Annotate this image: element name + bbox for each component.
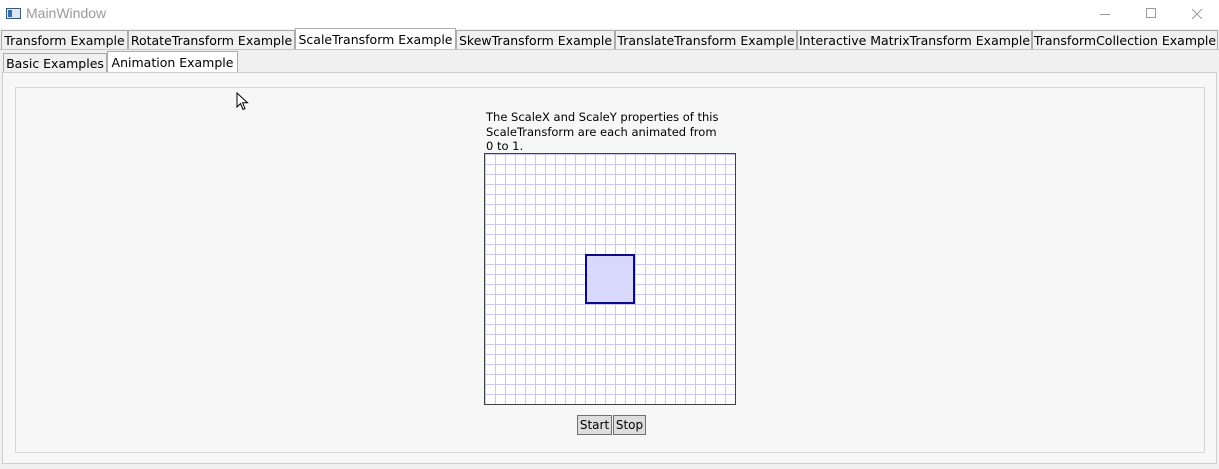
tab-animation-example[interactable]: Animation Example [107, 51, 238, 73]
minimize-icon [1100, 14, 1110, 15]
mouse-pointer-icon [236, 92, 249, 111]
tab-translatetransform-example[interactable]: TranslateTransform Example [615, 30, 797, 50]
window-title: MainWindow [26, 5, 107, 21]
tab-skewtransform-example[interactable]: SkewTransform Example [456, 30, 615, 50]
grid-canvas [484, 153, 736, 405]
description-line: ScaleTransform are each animated from [486, 124, 717, 139]
close-icon [1191, 8, 1203, 20]
scaled-square [585, 254, 635, 304]
tab-interactive-matrixtransform-example[interactable]: Interactive MatrixTransform Example [797, 30, 1032, 50]
description-text: The ScaleX and ScaleY properties of this… [486, 110, 746, 154]
description-line: 0 to 1. [486, 139, 524, 153]
tab-transformcollection-example[interactable]: TransformCollection Example [1032, 30, 1218, 50]
start-button[interactable]: Start [577, 415, 612, 435]
minimize-button[interactable] [1082, 0, 1128, 29]
main-window: MainWindow Transform Example RotateTrans… [0, 0, 1219, 469]
stop-button[interactable]: Stop [613, 415, 646, 435]
tab-strip-underline [0, 49, 1219, 50]
example-panel: The ScaleX and ScaleY properties of this… [15, 87, 1205, 453]
tab-content-panel: The ScaleX and ScaleY properties of this… [2, 72, 1217, 464]
sub-tab-strip: Basic Examples Animation Example [0, 51, 600, 73]
maximize-icon [1146, 8, 1156, 18]
tab-scaletransform-example[interactable]: ScaleTransform Example [295, 28, 456, 50]
app-window-icon [6, 8, 21, 19]
title-bar: MainWindow [0, 0, 1219, 29]
tab-rotatetransform-example[interactable]: RotateTransform Example [128, 30, 295, 50]
maximize-button[interactable] [1128, 0, 1174, 29]
main-tab-strip: Transform Example RotateTransform Exampl… [0, 28, 1219, 50]
description-line: The ScaleX and ScaleY properties of this [486, 110, 719, 124]
close-button[interactable] [1174, 0, 1219, 29]
tab-basic-examples[interactable]: Basic Examples [3, 53, 107, 73]
tab-transform-example[interactable]: Transform Example [1, 30, 128, 50]
